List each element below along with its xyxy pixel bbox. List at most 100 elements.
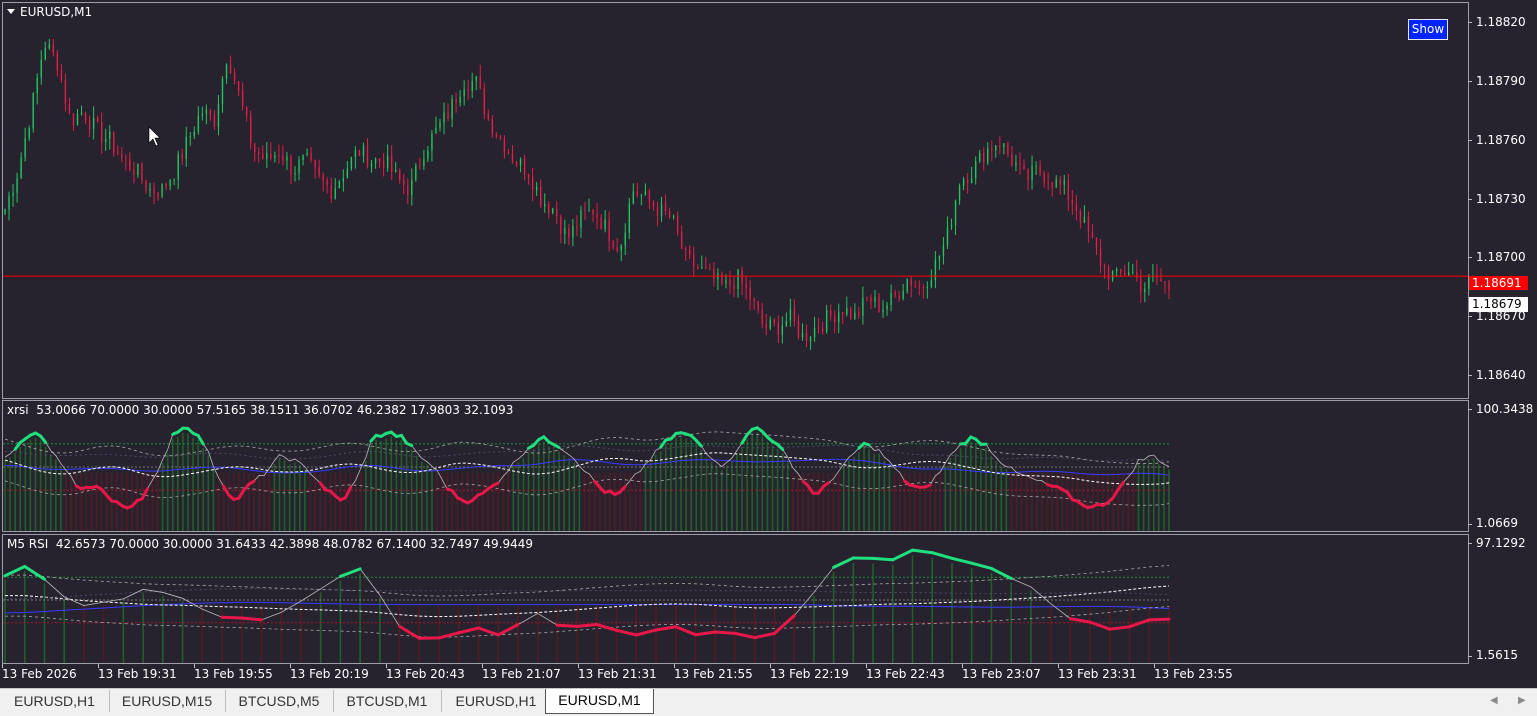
- time-axis[interactable]: 13 Feb 202613 Feb 19:3113 Feb 19:5513 Fe…: [0, 664, 1468, 686]
- candle-body: [391, 156, 392, 173]
- upper-band: [5, 432, 1169, 464]
- candle-body: [270, 153, 271, 158]
- candle-body: [907, 279, 908, 291]
- candle-body: [923, 287, 924, 288]
- candle-body: [387, 156, 388, 169]
- chart-tabs-bar: EURUSD,H1EURUSD,M15BTCUSD,M5BTCUSD,M1EUR…: [0, 688, 1537, 716]
- candle-body: [137, 164, 138, 175]
- candle-body: [37, 77, 38, 92]
- candle-body: [520, 159, 521, 166]
- candle-body: [1132, 272, 1133, 273]
- chart-tab[interactable]: EURUSD,M15: [109, 690, 226, 712]
- candle-body: [911, 279, 912, 286]
- candle-body: [516, 162, 517, 166]
- candle-body: [141, 164, 142, 181]
- candle-body: [560, 217, 561, 234]
- candle-body: [1124, 273, 1125, 275]
- candle-body: [693, 254, 694, 266]
- candle-body: [564, 228, 565, 234]
- candle-body: [1080, 211, 1081, 222]
- m5-rsi-indicator-pane[interactable]: M5 RSI 42.6573 70.0000 30.0000 31.6433 4…: [2, 534, 1469, 664]
- time-tick-label: 13 Feb 19:31: [98, 667, 177, 681]
- candle-body: [8, 196, 9, 209]
- candle-body: [826, 310, 827, 331]
- candle-body: [339, 181, 340, 188]
- price-tick-label: 1.18640: [1476, 368, 1526, 382]
- chart-tab[interactable]: BTCUSD,M5: [225, 690, 334, 712]
- chart-tab[interactable]: EURUSD,H1: [441, 690, 552, 712]
- time-tick-label: 13 Feb 22:19: [770, 667, 849, 681]
- candle-body: [721, 273, 722, 283]
- candle-body: [685, 249, 686, 250]
- candle-body: [16, 178, 17, 193]
- candle-body: [677, 216, 678, 233]
- candle-body: [935, 259, 936, 280]
- oversold-segment: [1149, 619, 1169, 620]
- candle-body: [725, 280, 726, 283]
- candlestick-chart[interactable]: [3, 3, 1468, 398]
- candle-body: [443, 112, 444, 122]
- candle-body: [802, 333, 803, 337]
- slow-average-line: [5, 602, 1169, 613]
- candle-body: [572, 226, 573, 238]
- candle-body: [862, 298, 863, 316]
- candle-body: [943, 245, 944, 256]
- candle-body: [604, 219, 605, 229]
- candle-body: [608, 219, 609, 241]
- candle-body: [709, 268, 710, 269]
- xrsi-indicator-pane[interactable]: xrsi 53.0066 70.0000 30.0000 57.5165 38.…: [2, 400, 1469, 532]
- price-axis[interactable]: 1.188201.187901.187601.187301.187001.186…: [1468, 2, 1537, 397]
- time-tick-label: 13 Feb 2026: [2, 667, 77, 681]
- chart-tab[interactable]: EURUSD,H1: [0, 690, 110, 712]
- candle-body: [882, 309, 883, 312]
- candle-body: [834, 316, 835, 322]
- chart-tab[interactable]: BTCUSD,M1: [333, 690, 442, 712]
- overbought-segment: [972, 563, 992, 568]
- oversold-segment: [774, 616, 794, 634]
- candle-body: [129, 159, 130, 170]
- candle-body: [282, 156, 283, 161]
- chart-symbol-title[interactable]: EURUSD,M1: [7, 5, 92, 19]
- triangle-right-icon[interactable]: ▶: [1518, 695, 1526, 706]
- candle-body: [1064, 180, 1065, 184]
- triangle-down-icon[interactable]: [7, 9, 15, 14]
- candle-body: [278, 155, 279, 156]
- oversold-segment: [1070, 619, 1090, 622]
- candle-body: [274, 155, 275, 158]
- bid-price-label: 1.18679: [1469, 297, 1528, 312]
- candle-body: [93, 118, 94, 129]
- oversold-segment: [636, 630, 656, 635]
- candle-body: [580, 210, 581, 227]
- candle-body: [367, 145, 368, 167]
- candle-body: [234, 73, 235, 81]
- candle-body: [407, 185, 408, 195]
- candle-body: [57, 53, 58, 71]
- candle-body: [1039, 166, 1040, 174]
- m5-rsi-label: M5 RSI 42.6573 70.0000 30.0000 31.6433 4…: [7, 537, 533, 551]
- candle-body: [757, 301, 758, 309]
- candle-body: [689, 250, 690, 255]
- price-chart-pane[interactable]: EURUSD,M1 Show: [2, 2, 1469, 399]
- show-button[interactable]: Show: [1408, 19, 1448, 40]
- candle-body: [363, 145, 364, 156]
- xrsi-top-value: 100.3438: [1476, 402, 1533, 416]
- overbought-segment: [952, 558, 972, 563]
- candle-body: [898, 295, 899, 298]
- candle-body: [870, 298, 871, 302]
- candle-body: [967, 179, 968, 183]
- oversold-segment: [735, 633, 755, 637]
- candle-body: [854, 313, 855, 320]
- candle-body: [512, 153, 513, 162]
- overbought-segment: [834, 558, 854, 567]
- candle-body: [939, 256, 940, 259]
- candle-body: [874, 296, 875, 302]
- chart-tab[interactable]: EURUSD,M1: [545, 689, 654, 714]
- overbought-segment: [913, 550, 933, 553]
- candle-body: [999, 146, 1000, 147]
- candle-body: [653, 202, 654, 207]
- triangle-left-icon[interactable]: ◀: [1490, 695, 1498, 706]
- candle-body: [657, 207, 658, 216]
- candle-body: [729, 280, 730, 285]
- candle-body: [947, 227, 948, 245]
- current-price-label: 1.18691: [1469, 276, 1528, 290]
